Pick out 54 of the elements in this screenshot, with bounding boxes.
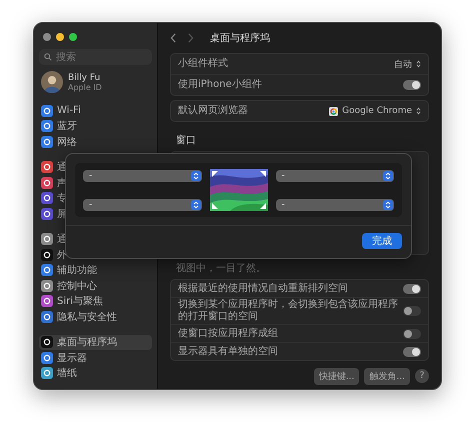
toggle-switch[interactable] xyxy=(403,306,421,316)
sidebar-item[interactable]: 显示器 xyxy=(39,350,152,366)
description-text: 视图中，一目了然。 xyxy=(176,262,267,275)
updown-icon xyxy=(416,107,421,115)
page-title: 桌面与程序坞 xyxy=(210,32,270,45)
avatar-icon[interactable] xyxy=(41,71,63,93)
sidebar-item[interactable]: Siri与聚焦 xyxy=(39,294,152,309)
setting-label: 小组件样式 xyxy=(178,58,229,70)
setting-label: 显示器具有单独的空间 xyxy=(178,346,279,358)
sidebar-item[interactable]: 桌面与程序坞 xyxy=(39,334,152,350)
sidebar-item[interactable]: 辅助功能 xyxy=(39,262,152,278)
sidebar-item[interactable]: 蓝牙 xyxy=(39,118,152,134)
toggle-switch[interactable] xyxy=(403,80,421,90)
updown-icon xyxy=(190,170,200,180)
corner-popup[interactable]: - xyxy=(276,198,394,210)
sidebar-item[interactable]: Wi-Fi xyxy=(39,103,152,118)
toggle-switch[interactable] xyxy=(403,328,421,338)
setting-label: 默认网页浏览器 xyxy=(178,105,249,117)
done-button[interactable]: 完成 xyxy=(362,233,402,249)
corner-popup[interactable]: - xyxy=(276,170,394,182)
corner-arrow-icon xyxy=(212,171,218,177)
account-subtitle: Apple ID xyxy=(68,82,102,92)
footer-button[interactable]: 快捷键... xyxy=(314,368,360,384)
corner-arrow-icon xyxy=(260,171,266,177)
updown-icon xyxy=(416,60,421,68)
updown-icon xyxy=(190,200,200,210)
footer-button[interactable]: 触发角... xyxy=(364,368,410,384)
account-name: Billy Fu xyxy=(68,72,102,82)
setting-label: 切换到某个应用程序时，会切换到包含该应用程序的打开窗口的空间 xyxy=(178,299,399,323)
back-icon[interactable] xyxy=(170,33,177,43)
corner-popup[interactable]: - xyxy=(83,198,202,210)
popup-menu[interactable]: 自动 xyxy=(394,58,412,70)
browser-icon xyxy=(329,106,338,116)
section-heading: 窗口 xyxy=(176,134,197,147)
sidebar-item[interactable]: 网络 xyxy=(39,134,152,150)
toggle-switch[interactable] xyxy=(403,284,421,294)
setting-label: 根据最近的使用情况自动重新排列空间 xyxy=(178,282,349,294)
setting-label: 使用iPhone小组件 xyxy=(178,79,263,91)
close-button[interactable] xyxy=(43,33,51,41)
help-button[interactable]: ? xyxy=(415,369,429,383)
setting-label: 使窗口按应用程序成组 xyxy=(178,328,279,340)
corner-arrow-icon xyxy=(212,203,218,209)
sidebar-item[interactable]: 墙纸 xyxy=(39,366,152,381)
popup-menu[interactable]: Google Chrome xyxy=(342,106,412,116)
corner-arrow-icon xyxy=(260,203,266,209)
zoom-button[interactable] xyxy=(69,33,77,41)
minimize-button[interactable] xyxy=(56,33,64,41)
toggle-switch[interactable] xyxy=(403,346,421,356)
sidebar-item[interactable]: 控制中心 xyxy=(39,278,152,294)
corner-popup[interactable]: - xyxy=(83,170,202,182)
updown-icon xyxy=(383,170,393,180)
sidebar-item[interactable]: 隐私与安全性 xyxy=(39,309,152,324)
updown-icon xyxy=(383,200,393,210)
search-field[interactable]: 搜索 xyxy=(39,49,152,65)
